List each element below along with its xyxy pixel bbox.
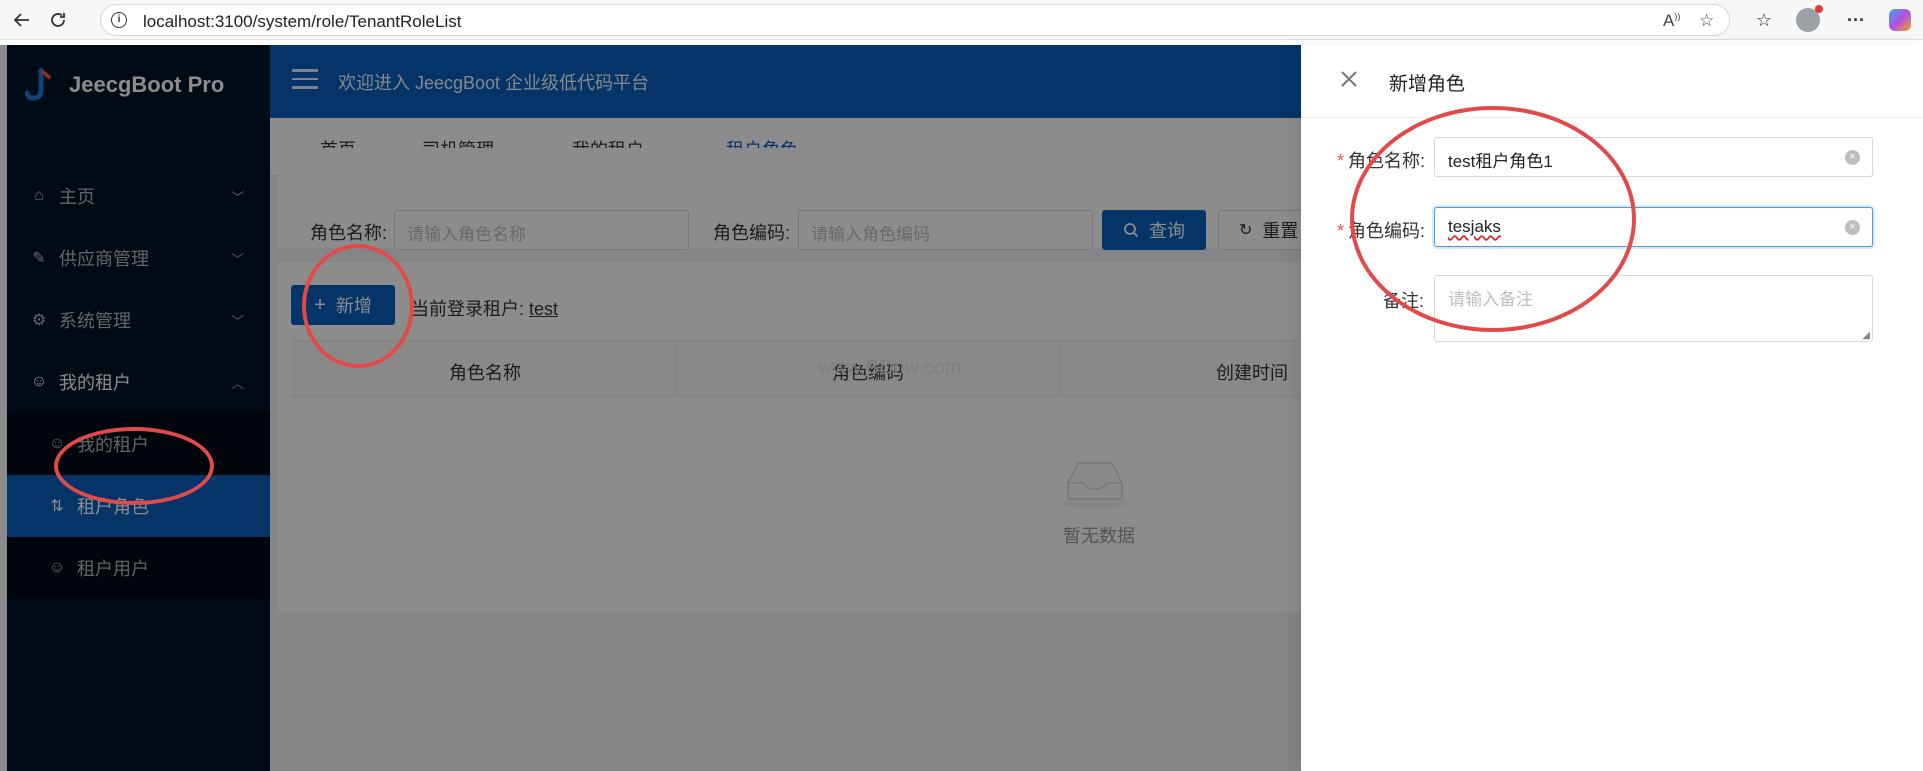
- browser-toolbar: i localhost:3100/system/role/TenantRoleL…: [0, 0, 1923, 40]
- modal-mask[interactable]: [0, 45, 1301, 771]
- clear-icon[interactable]: ×: [1845, 150, 1860, 165]
- drawer-title: 新增角色: [1389, 74, 1466, 95]
- address-url: localhost:3100/system/role/TenantRoleLis…: [143, 12, 462, 31]
- favorite-star-icon[interactable]: ☆: [1699, 11, 1714, 31]
- annotation-circle-add: [302, 244, 414, 368]
- required-mark: *: [1337, 151, 1345, 171]
- site-info-icon[interactable]: i: [111, 12, 127, 28]
- copilot-icon[interactable]: [1888, 8, 1912, 32]
- annotation-circle-form: [1350, 106, 1636, 332]
- close-icon[interactable]: [1337, 67, 1361, 91]
- address-bar[interactable]: i localhost:3100/system/role/TenantRoleL…: [100, 4, 1730, 36]
- favorites-icon[interactable]: ☆: [1752, 8, 1776, 32]
- back-arrow-icon[interactable]: [10, 8, 34, 32]
- read-aloud-icon[interactable]: A)): [1663, 11, 1680, 31]
- resize-handle-icon[interactable]: ◢: [1862, 330, 1870, 341]
- drawer-header: 新增角色: [1301, 45, 1923, 118]
- more-icon[interactable]: ···: [1844, 8, 1868, 32]
- clear-icon[interactable]: ×: [1845, 220, 1860, 235]
- refresh-icon[interactable]: [46, 8, 70, 32]
- profile-avatar[interactable]: [1796, 5, 1823, 32]
- annotation-circle-tenant-role: [54, 427, 214, 505]
- required-mark: *: [1337, 221, 1345, 241]
